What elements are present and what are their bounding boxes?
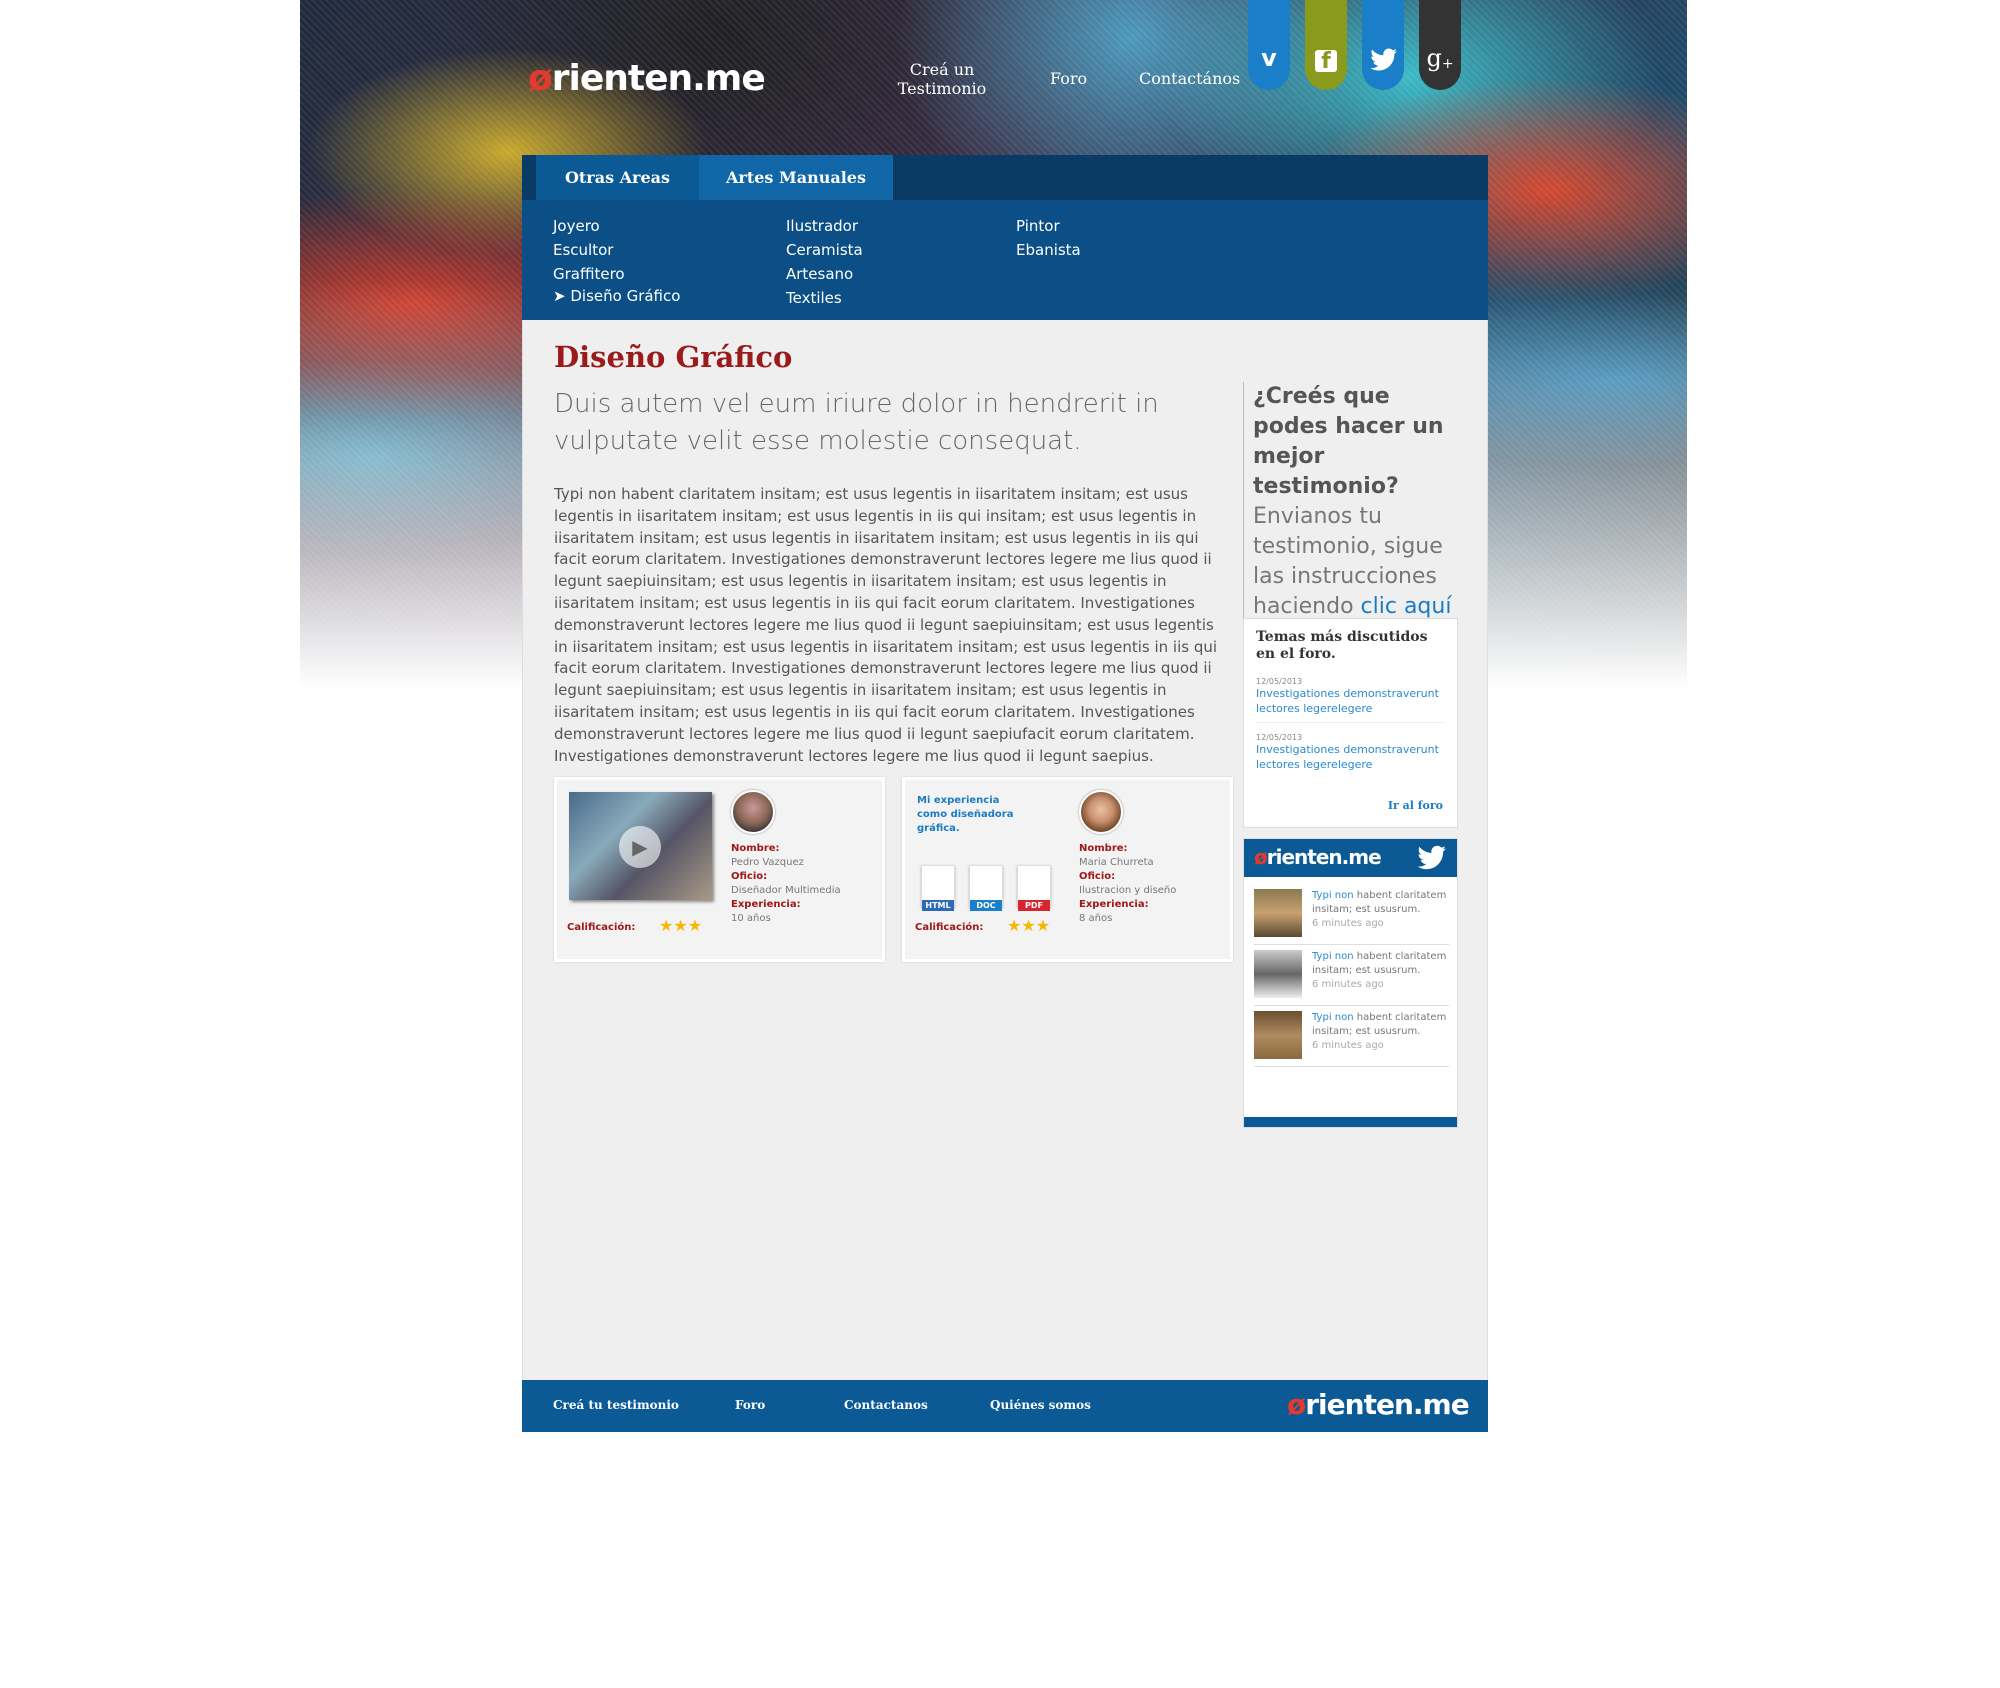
footer-link-create-testimonial[interactable]: Creá tu testimonio [553, 1398, 679, 1412]
job-value: Diseñador Multimedia [731, 885, 841, 896]
tweet-text: Typi non habent claritatem insitam; est … [1312, 951, 1447, 990]
nav-create-testimonial[interactable]: Creá un Testimonio [892, 60, 992, 98]
submenu-col-1: Joyero Escultor Graffitero ➤ Diseño Gráf… [553, 214, 680, 306]
experience-value: 8 años [1079, 913, 1113, 924]
tab-artes-manuales[interactable]: Artes Manuales [699, 155, 893, 200]
page-title: Diseño Gráfico [554, 340, 793, 374]
forum-widget: Temas más discutidos en el foro. 12/05/2… [1243, 618, 1458, 828]
nav-contact[interactable]: Contactános [1139, 69, 1240, 88]
name-value: Maria Churreta [1079, 857, 1154, 868]
avatar [1254, 889, 1302, 937]
forum-topic-link[interactable]: Investigationes demonstraverunt lectores… [1256, 686, 1445, 723]
tweet[interactable]: Typi non habent claritatem insitam; est … [1254, 885, 1449, 945]
tweet-text: Typi non habent claritatem insitam; est … [1312, 1012, 1447, 1051]
submenu-item-pintor[interactable]: Pintor [1016, 214, 1081, 238]
lead-text: Duis autem vel eum iriure dolor in hendr… [554, 389, 1159, 456]
submenu-col-3: Pintor Ebanista [1016, 214, 1081, 262]
video-thumbnail[interactable]: ▶ [569, 792, 712, 900]
twitter-widget-footer [1244, 1117, 1457, 1127]
rating-label: Calificación: [915, 922, 984, 933]
forum-date: 12/05/2013 [1256, 677, 1303, 686]
submenu-item-artesano[interactable]: Artesano [786, 262, 863, 286]
logo[interactable]: ørienten.me [528, 58, 766, 99]
name-label: Nombre: [1079, 843, 1128, 854]
footer-link-forum[interactable]: Foro [735, 1398, 765, 1412]
cta-question: ¿Creés que podes hacer un mejor testimon… [1253, 384, 1444, 499]
header: ørienten.me Creá un Testimonio Foro Cont… [522, 0, 1488, 155]
rating-label: Calificación: [567, 922, 636, 933]
sidebar-cta: ¿Creés que podes hacer un mejor testimon… [1243, 382, 1463, 622]
testimonial-card-video[interactable]: ▶ Nombre: Pedro Vazquez Oficio: Diseñado… [554, 777, 885, 962]
area-tabs: Otras Areas Artes Manuales [522, 155, 1488, 200]
submenu-item-ebanista[interactable]: Ebanista [1016, 238, 1081, 262]
submenu-item-joyero[interactable]: Joyero [553, 214, 680, 238]
name-label: Nombre: [731, 843, 780, 854]
avatar [1254, 1011, 1302, 1059]
card-intro: Mi experiencia como diseñadora gráfica. [917, 795, 1014, 834]
vimeo-icon[interactable]: v [1248, 0, 1290, 90]
avatar [1079, 790, 1123, 834]
logo[interactable]: ørienten.me [1254, 845, 1382, 869]
footer-logo[interactable]: ørienten.me [1287, 1388, 1470, 1421]
nav-forum[interactable]: Foro [1050, 69, 1087, 88]
submenu-item-textiles[interactable]: Textiles [786, 286, 863, 310]
card-details: Nombre: Pedro Vazquez Oficio: Diseñador … [731, 842, 841, 926]
play-icon[interactable]: ▶ [619, 826, 661, 868]
footer-link-contact[interactable]: Contactanos [844, 1398, 928, 1412]
facebook-icon[interactable]: f [1305, 0, 1347, 90]
twitter-widget-header: ørienten.me [1244, 839, 1457, 877]
submenu-item-diseno-grafico[interactable]: ➤ Diseño Gráfico [553, 286, 680, 306]
active-arrow-icon: ➤ [553, 287, 566, 305]
main-content: Diseño Gráfico Duis autem vel eum iriure… [522, 320, 1488, 1380]
cta-link[interactable]: clic aquí [1361, 594, 1452, 619]
google-plus-icon[interactable]: g + [1419, 0, 1461, 90]
footer: Creá tu testimonio Foro Contactanos Quié… [522, 1380, 1488, 1432]
submenu-col-2: Ilustrador Ceramista Artesano Textiles [786, 214, 863, 310]
twitter-icon[interactable] [1362, 0, 1404, 90]
card-details: Nombre: Maria Churreta Oficio: Ilustraci… [1079, 842, 1176, 926]
avatar [731, 790, 775, 834]
forum-more-link[interactable]: Ir al foro [1388, 798, 1443, 819]
forum-topic-link[interactable]: Investigationes demonstraverunt lectores… [1256, 742, 1445, 778]
name-value: Pedro Vazquez [731, 857, 804, 868]
tweet-text: Typi non habent claritatem insitam; est … [1312, 890, 1447, 929]
forum-title: Temas más discutidos en el foro. [1256, 629, 1428, 662]
submenu-item-ceramista[interactable]: Ceramista [786, 238, 863, 262]
submenu: Joyero Escultor Graffitero ➤ Diseño Gráf… [522, 200, 1488, 320]
forum-date: 12/05/2013 [1256, 733, 1303, 742]
footer-link-about[interactable]: Quiénes somos [990, 1398, 1091, 1412]
submenu-item-escultor[interactable]: Escultor [553, 238, 680, 262]
experience-label: Experiencia: [731, 899, 801, 910]
twitter-widget: ørienten.me Typi non habent claritatem i… [1243, 838, 1458, 1128]
pdf-document-icon[interactable]: PDF [1017, 865, 1051, 911]
job-value: Ilustracion y diseño [1079, 885, 1177, 896]
twitter-bird-icon [1370, 48, 1397, 71]
cta-box: ¿Creés que podes hacer un mejor testimon… [1243, 382, 1463, 622]
html-document-icon[interactable]: HTML [921, 865, 955, 911]
submenu-item-ilustrador[interactable]: Ilustrador [786, 214, 863, 238]
star-rating-icon: ★★★ [1007, 916, 1051, 935]
avatar [1254, 950, 1302, 998]
star-rating-icon: ★★★ [659, 916, 703, 935]
experience-value: 10 años [731, 913, 771, 924]
job-label: Oficio: [1079, 871, 1116, 882]
submenu-item-graffitero[interactable]: Graffitero [553, 262, 680, 286]
tweet[interactable]: Typi non habent claritatem insitam; est … [1254, 946, 1449, 1006]
tab-otras-areas[interactable]: Otras Areas [536, 155, 699, 200]
doc-document-icon[interactable]: DOC [969, 865, 1003, 911]
experience-label: Experiencia: [1079, 899, 1149, 910]
job-label: Oficio: [731, 871, 768, 882]
testimonial-card-document[interactable]: Mi experiencia como diseñadora gráfica. … [902, 777, 1233, 962]
twitter-icon[interactable] [1415, 845, 1447, 871]
body-text: Typi non habent claritatem insitam; est … [554, 485, 1218, 765]
tweet[interactable]: Typi non habent claritatem insitam; est … [1254, 1007, 1449, 1067]
